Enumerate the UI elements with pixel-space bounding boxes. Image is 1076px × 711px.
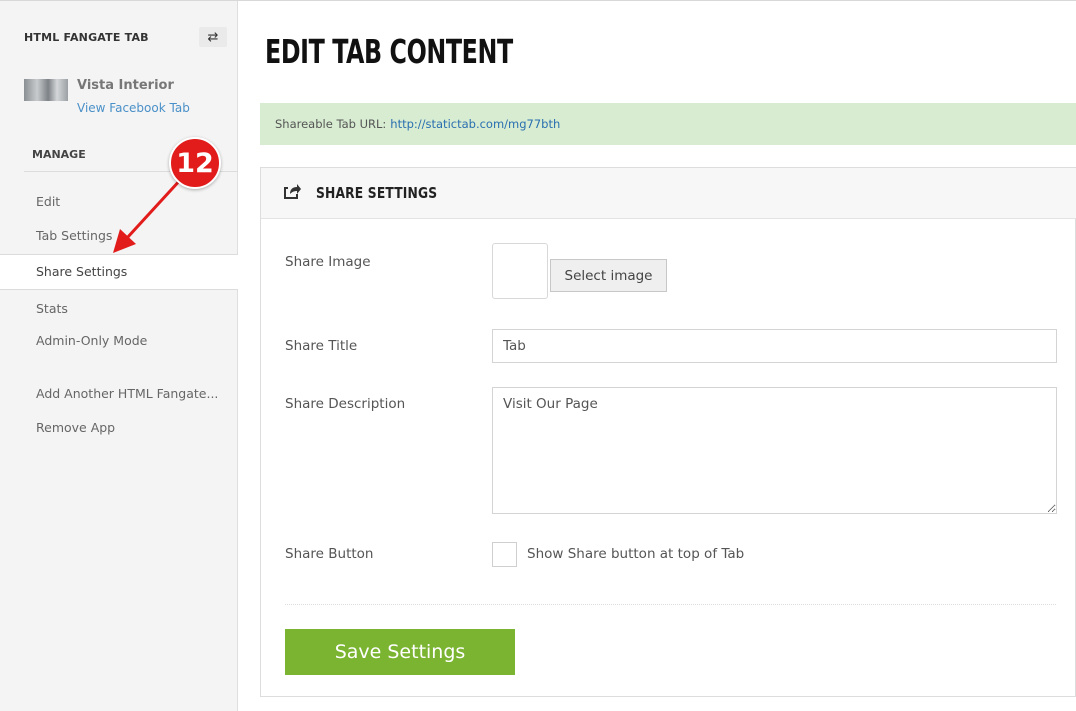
url-label: Shareable Tab URL: <box>275 117 387 131</box>
share-title-input[interactable] <box>492 329 1057 363</box>
shareable-url-bar: Shareable Tab URL: http://statictab.com/… <box>260 103 1076 145</box>
shareable-url-link[interactable]: http://statictab.com/mg77bth <box>390 117 560 131</box>
share-settings-panel: SHARE SETTINGS Share Image Select image … <box>260 167 1076 697</box>
share-description-textarea[interactable]: Visit Our Page <box>492 387 1057 514</box>
share-image-label: Share Image <box>285 254 371 270</box>
panel-title: SHARE SETTINGS <box>316 184 438 202</box>
share-button-checkbox[interactable] <box>492 542 517 567</box>
save-settings-button[interactable]: Save Settings <box>285 629 515 675</box>
share-arrow-icon <box>284 184 301 199</box>
panel-header: SHARE SETTINGS <box>261 168 1076 219</box>
share-description-label: Share Description <box>285 396 406 412</box>
share-title-label: Share Title <box>285 338 358 354</box>
share-image-preview[interactable] <box>492 243 548 299</box>
form-divider <box>285 604 1056 605</box>
step-badge: 12 <box>169 137 221 189</box>
select-image-button[interactable]: Select image <box>550 259 667 292</box>
arrow-shaft <box>125 176 184 240</box>
share-button-checkbox-label[interactable]: Show Share button at top of Tab <box>527 546 744 562</box>
share-button-label: Share Button <box>285 546 374 562</box>
page-title: EDIT TAB CONTENT <box>265 32 513 71</box>
